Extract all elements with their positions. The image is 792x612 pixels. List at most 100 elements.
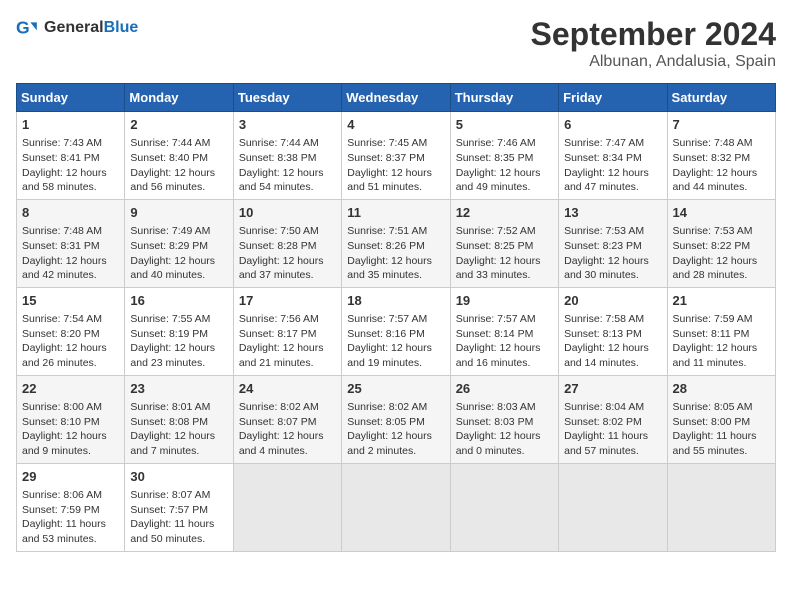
sunset-text: Sunset: 8:14 PM [456,328,534,340]
sunset-text: Sunset: 8:19 PM [130,328,208,340]
sunset-text: Sunset: 8:31 PM [22,240,100,252]
sunset-text: Sunset: 8:07 PM [239,416,317,428]
sunset-text: Sunset: 8:28 PM [239,240,317,252]
day-number: 15 [22,292,119,310]
daylight-text: Daylight: 11 hours and 53 minutes. [22,518,106,545]
sunset-text: Sunset: 8:23 PM [564,240,642,252]
table-row: 27Sunrise: 8:04 AMSunset: 8:02 PMDayligh… [559,375,667,463]
sunrise-text: Sunrise: 7:53 AM [673,225,753,237]
table-row: 23Sunrise: 8:01 AMSunset: 8:08 PMDayligh… [125,375,233,463]
day-number: 1 [22,116,119,134]
sunrise-text: Sunrise: 8:02 AM [239,401,319,413]
table-row: 24 Sunrise: 8:02 AM Sunset: 8:07 PM Dayligh… [233,375,341,463]
daylight-text: Daylight: 12 hours and 58 minutes. [22,167,107,194]
day-number: 17 [239,292,336,310]
sunrise-text: Sunrise: 7:54 AM [22,313,102,325]
daylight-text: Daylight: 12 hours and 23 minutes. [130,342,215,369]
sunrise-text: Sunrise: 8:02 AM [347,401,427,413]
daylight-text: Daylight: 12 hours and 4 minutes. [239,430,324,457]
sunrise-text: Sunrise: 7:44 AM [239,137,319,149]
daylight-text: Daylight: 12 hours and 42 minutes. [22,255,107,282]
table-row: 16Sunrise: 7:55 AMSunset: 8:19 PMDayligh… [125,287,233,375]
calendar-header-row: Sunday Monday Tuesday Wednesday Thursday… [17,84,776,112]
day-number: 26 [456,380,553,398]
sunrise-text: Sunrise: 7:46 AM [456,137,536,149]
day-number: 9 [130,204,227,222]
day-number: 30 [130,468,227,486]
sunset-text: Sunset: 8:35 PM [456,152,534,164]
table-row [342,463,450,551]
table-row: 21Sunrise: 7:59 AMSunset: 8:11 PMDayligh… [667,287,775,375]
day-number: 5 [456,116,553,134]
sunset-text: Sunset: 8:02 PM [564,416,642,428]
header-friday: Friday [559,84,667,112]
page-header: G GeneralBlue September 2024 Albunan, An… [16,16,776,71]
table-row: 5 Sunrise: 7:46 AM Sunset: 8:35 PM Daylight… [450,112,558,200]
daylight-text: Daylight: 12 hours and 21 minutes. [239,342,324,369]
daylight-text: Daylight: 12 hours and 40 minutes. [130,255,215,282]
daylight-text: Daylight: 12 hours and 16 minutes. [456,342,541,369]
day-number: 3 [239,116,336,134]
table-row: 3Sunrise: 7:44 AMSunset: 8:38 PMDaylight… [233,112,341,200]
sunrise-text: Sunrise: 7:47 AM [564,137,644,149]
header-saturday: Saturday [667,84,775,112]
daylight-text: Daylight: 12 hours and 19 minutes. [347,342,432,369]
daylight-text: Daylight: 12 hours and 35 minutes. [347,255,432,282]
sunset-text: Sunset: 8:37 PM [347,152,425,164]
table-row: 1Sunrise: 7:43 AMSunset: 8:41 PMDaylight… [17,112,125,200]
day-number: 2 [130,116,227,134]
table-row: 29Sunrise: 8:06 AMSunset: 7:59 PMDayligh… [17,463,125,551]
month-title: September 2024 [531,16,776,53]
table-row: 15Sunrise: 7:54 AMSunset: 8:20 PMDayligh… [17,287,125,375]
table-row: 18Sunrise: 7:57 AMSunset: 8:16 PMDayligh… [342,287,450,375]
table-row: 13Sunrise: 7:53 AMSunset: 8:23 PMDayligh… [559,199,667,287]
logo-text: GeneralBlue [44,19,138,37]
daylight-text: Daylight: 12 hours and 44 minutes. [673,167,758,194]
sunrise-text: Sunrise: 7:55 AM [130,313,210,325]
sunrise-text: Sunrise: 7:44 AM [130,137,210,149]
daylight-text: Daylight: 12 hours and 9 minutes. [22,430,107,457]
table-row: 20Sunrise: 7:58 AMSunset: 8:13 PMDayligh… [559,287,667,375]
sunset-text: Sunset: 8:11 PM [673,328,750,340]
day-number: 10 [239,204,336,222]
daylight-text: Daylight: 12 hours and 14 minutes. [564,342,649,369]
sunrise-text: Sunrise: 7:57 AM [347,313,427,325]
sunrise-text: Sunrise: 8:07 AM [130,489,210,501]
day-number: 4 [347,116,444,134]
location-title: Albunan, Andalusia, Spain [531,53,776,71]
calendar-table: Sunday Monday Tuesday Wednesday Thursday… [16,83,776,552]
sunset-text: Sunset: 8:38 PM [239,152,317,164]
daylight-text: Daylight: 12 hours and 49 minutes. [456,167,541,194]
daylight-text: Daylight: 12 hours and 47 minutes. [564,167,649,194]
sunrise-text: Sunrise: 8:05 AM [673,401,753,413]
daylight-text: Daylight: 12 hours and 0 minutes. [456,430,541,457]
daylight-text: Daylight: 11 hours and 57 minutes. [564,430,648,457]
day-number: 24 [239,380,336,398]
day-number: 12 [456,204,553,222]
sunset-text: Sunset: 8:26 PM [347,240,425,252]
calendar-week-row: 29Sunrise: 8:06 AMSunset: 7:59 PMDayligh… [17,463,776,551]
table-row: 25Sunrise: 8:02 AMSunset: 8:05 PMDayligh… [342,375,450,463]
daylight-text: Daylight: 12 hours and 56 minutes. [130,167,215,194]
sunset-text: Sunset: 8:13 PM [564,328,642,340]
header-sunday: Sunday [17,84,125,112]
sunset-text: Sunset: 8:32 PM [673,152,751,164]
daylight-text: Daylight: 12 hours and 26 minutes. [22,342,107,369]
table-row: 8Sunrise: 7:48 AMSunset: 8:31 PMDaylight… [17,199,125,287]
table-row: 9Sunrise: 7:49 AMSunset: 8:29 PMDaylight… [125,199,233,287]
table-row: 19 Sunrise: 7:57 AM Sunset: 8:14 PM Dayligh… [450,287,558,375]
daylight-text: Daylight: 11 hours and 50 minutes. [130,518,214,545]
sunrise-text: Sunrise: 7:59 AM [673,313,753,325]
sunset-text: Sunset: 7:59 PM [22,504,100,516]
table-row: 11Sunrise: 7:51 AMSunset: 8:26 PMDayligh… [342,199,450,287]
daylight-text: Daylight: 12 hours and 2 minutes. [347,430,432,457]
day-number: 19 [456,292,553,310]
sunrise-text: Sunrise: 7:43 AM [22,137,102,149]
day-number: 13 [564,204,661,222]
sunrise-text: Sunrise: 7:57 AM [456,313,536,325]
sunrise-text: Sunrise: 7:48 AM [22,225,102,237]
day-number: 22 [22,380,119,398]
sunrise-text: Sunrise: 7:58 AM [564,313,644,325]
table-row: 26Sunrise: 8:03 AMSunset: 8:03 PMDayligh… [450,375,558,463]
table-row: 7Sunrise: 7:48 AMSunset: 8:32 PMDaylight… [667,112,775,200]
